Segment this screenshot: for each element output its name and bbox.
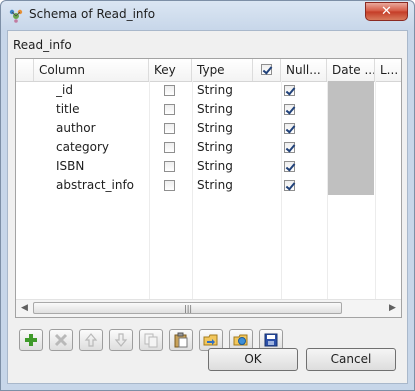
column-name-cell[interactable]: abstract_info <box>56 176 134 195</box>
table-row[interactable]: _id String <box>16 81 401 100</box>
column-name-cell[interactable]: ISBN <box>56 157 84 176</box>
title-bar[interactable]: Schema of Read_info ✕ <box>1 1 414 30</box>
column-header-nullable[interactable]: Null... <box>281 59 327 81</box>
column-header-select-all[interactable] <box>253 59 281 81</box>
paste-button[interactable] <box>169 329 193 351</box>
arrow-up-icon <box>84 333 98 347</box>
dialog-body: Read_info Column Key Type Null... Date .… <box>7 30 408 384</box>
date-pattern-cell <box>328 119 374 138</box>
type-cell[interactable]: String <box>197 157 233 176</box>
import-folder-icon <box>203 334 218 346</box>
key-checkbox[interactable] <box>164 123 175 134</box>
date-pattern-cell <box>328 81 374 100</box>
move-down-button[interactable] <box>109 329 133 351</box>
column-header-column[interactable]: Column <box>34 59 149 81</box>
key-checkbox[interactable] <box>164 104 175 115</box>
nullable-checkbox[interactable] <box>284 85 295 96</box>
column-header-key[interactable]: Key <box>149 59 192 81</box>
save-icon <box>264 333 278 347</box>
type-cell[interactable]: String <box>197 81 233 100</box>
type-cell[interactable]: String <box>197 138 233 157</box>
type-cell[interactable]: String <box>197 100 233 119</box>
scroll-thumb[interactable]: ||| <box>33 302 342 314</box>
table-row[interactable]: abstract_info String <box>16 176 401 195</box>
copy-button[interactable] <box>139 329 163 351</box>
copy-icon <box>144 333 158 348</box>
column-header-date-pattern[interactable]: Date ... <box>327 59 375 81</box>
table-row[interactable]: ISBN String <box>16 157 401 176</box>
column-header-length[interactable]: L... <box>375 59 401 81</box>
app-icon <box>9 9 23 23</box>
export-folder-icon <box>233 334 248 346</box>
arrow-down-icon <box>114 333 128 347</box>
date-pattern-cell <box>328 100 374 119</box>
remove-button[interactable] <box>49 329 73 351</box>
key-checkbox[interactable] <box>164 161 175 172</box>
close-button[interactable]: ✕ <box>365 2 408 21</box>
nullable-checkbox[interactable] <box>284 180 295 191</box>
scroll-right-icon[interactable]: ▶ <box>384 300 401 317</box>
key-checkbox[interactable] <box>164 142 175 153</box>
dialog-window: Schema of Read_info ✕ Read_info Column K… <box>0 0 415 391</box>
close-icon: ✕ <box>381 4 392 19</box>
column-header-type[interactable]: Type <box>192 59 253 81</box>
table-row[interactable]: title String <box>16 100 401 119</box>
cancel-button[interactable]: Cancel <box>306 348 396 371</box>
column-name-cell[interactable]: author <box>56 119 96 138</box>
nullable-checkbox[interactable] <box>284 161 295 172</box>
column-name-cell[interactable]: category <box>56 138 109 157</box>
nullable-checkbox[interactable] <box>284 123 295 134</box>
schema-table: Column Key Type Null... Date ... L... _i… <box>15 58 402 318</box>
key-checkbox[interactable] <box>164 180 175 191</box>
add-button[interactable] <box>19 329 43 351</box>
plus-icon <box>25 334 37 346</box>
row-header-corner <box>16 59 34 81</box>
type-cell[interactable]: String <box>197 119 233 138</box>
window-title: Schema of Read_info <box>29 7 156 21</box>
move-up-button[interactable] <box>79 329 103 351</box>
table-row[interactable]: author String <box>16 119 401 138</box>
column-name-cell[interactable]: _id <box>56 81 73 100</box>
ok-button[interactable]: OK <box>208 348 298 371</box>
x-icon <box>54 333 68 347</box>
date-pattern-cell <box>328 176 374 195</box>
schema-name-label: Read_info <box>13 38 72 52</box>
date-pattern-cell <box>328 157 374 176</box>
table-row[interactable]: category String <box>16 138 401 157</box>
horizontal-scrollbar[interactable]: ◀ ||| ▶ <box>16 299 401 317</box>
paste-icon <box>174 332 188 348</box>
key-checkbox[interactable] <box>164 85 175 96</box>
table-header: Column Key Type Null... Date ... L... <box>16 59 401 82</box>
nullable-checkbox[interactable] <box>284 104 295 115</box>
scroll-left-icon[interactable]: ◀ <box>16 300 33 317</box>
column-name-cell[interactable]: title <box>56 100 79 119</box>
nullable-checkbox[interactable] <box>284 142 295 153</box>
scroll-grip-icon: ||| <box>184 304 193 313</box>
type-cell[interactable]: String <box>197 176 233 195</box>
date-pattern-cell <box>328 138 374 157</box>
select-all-checkbox[interactable] <box>261 64 272 75</box>
